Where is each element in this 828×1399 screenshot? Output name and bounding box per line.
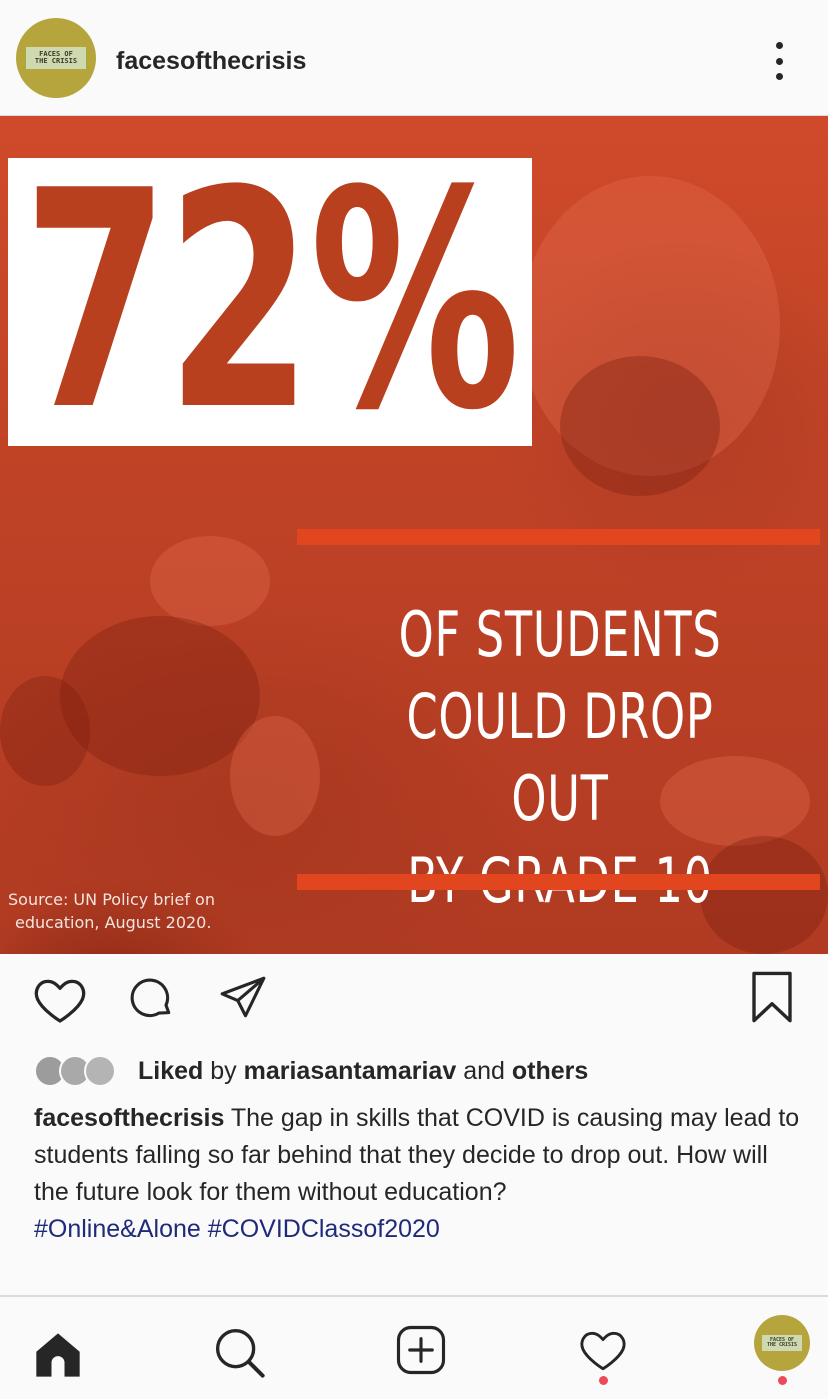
hashtag-link[interactable]: #Online&Alone — [34, 1215, 201, 1243]
stat-caption-line: COULD DROP OUT — [406, 680, 714, 835]
liked-and-label: and — [463, 1056, 505, 1085]
source-line: Source: UN Policy brief on — [8, 890, 215, 909]
author-username[interactable]: facesofthecrisis — [116, 47, 306, 76]
liker-username[interactable]: mariasantamariav — [244, 1057, 457, 1086]
accent-bar-top — [297, 529, 820, 545]
stat-caption-line: OF STUDENTS — [398, 598, 722, 671]
comment-icon[interactable] — [126, 972, 176, 1022]
search-icon[interactable] — [212, 1325, 266, 1379]
hashtag-link[interactable]: #COVIDClassof2020 — [208, 1215, 440, 1243]
author-avatar[interactable]: FACES OF THE CRISIS — [16, 18, 96, 98]
home-icon[interactable] — [32, 1329, 84, 1381]
stat-box: 72% — [8, 152, 532, 452]
stat-caption: OF STUDENTS COULD DROP OUT BY GRADE 10 — [387, 594, 733, 922]
avatar — [84, 1055, 116, 1087]
source-note: Source: UN Policy brief on education, Au… — [8, 888, 215, 934]
new-post-icon[interactable] — [394, 1323, 448, 1377]
activity-heart-icon[interactable] — [576, 1325, 630, 1375]
post-caption: facesofthecrisis The gap in skills that … — [34, 1100, 804, 1248]
more-vertical-icon[interactable] — [764, 42, 794, 80]
bottom-nav: FACES OF THE CRISIS — [0, 1295, 828, 1399]
source-line: education, August 2020. — [15, 913, 212, 932]
paper-plane-icon[interactable] — [218, 972, 268, 1022]
profile-notification-dot — [778, 1376, 787, 1385]
post-image[interactable]: 72% OF STUDENTS COULD DROP OUT BY GRADE … — [0, 116, 828, 954]
bookmark-icon[interactable] — [748, 970, 796, 1024]
liker-avatars — [34, 1055, 116, 1087]
liked-label: Liked — [138, 1056, 204, 1085]
profile-avatar[interactable]: FACES OF THE CRISIS — [754, 1315, 810, 1371]
avatar-logo-text: FACES OF THE CRISIS — [762, 1334, 802, 1352]
accent-bar-bottom — [297, 874, 820, 890]
avatar-logo-text: FACES OF THE CRISIS — [26, 46, 86, 70]
caption-username[interactable]: facesofthecrisis — [34, 1104, 224, 1132]
heart-icon[interactable] — [32, 972, 88, 1028]
liked-others-link[interactable]: others — [512, 1057, 588, 1086]
activity-notification-dot — [599, 1376, 608, 1385]
post-header: FACES OF THE CRISIS facesofthecrisis — [0, 0, 828, 116]
likes-summary[interactable]: Liked by mariasantamariav and others — [34, 1055, 588, 1087]
liked-by-label: by — [210, 1056, 237, 1085]
stat-value: 72% — [22, 127, 521, 476]
